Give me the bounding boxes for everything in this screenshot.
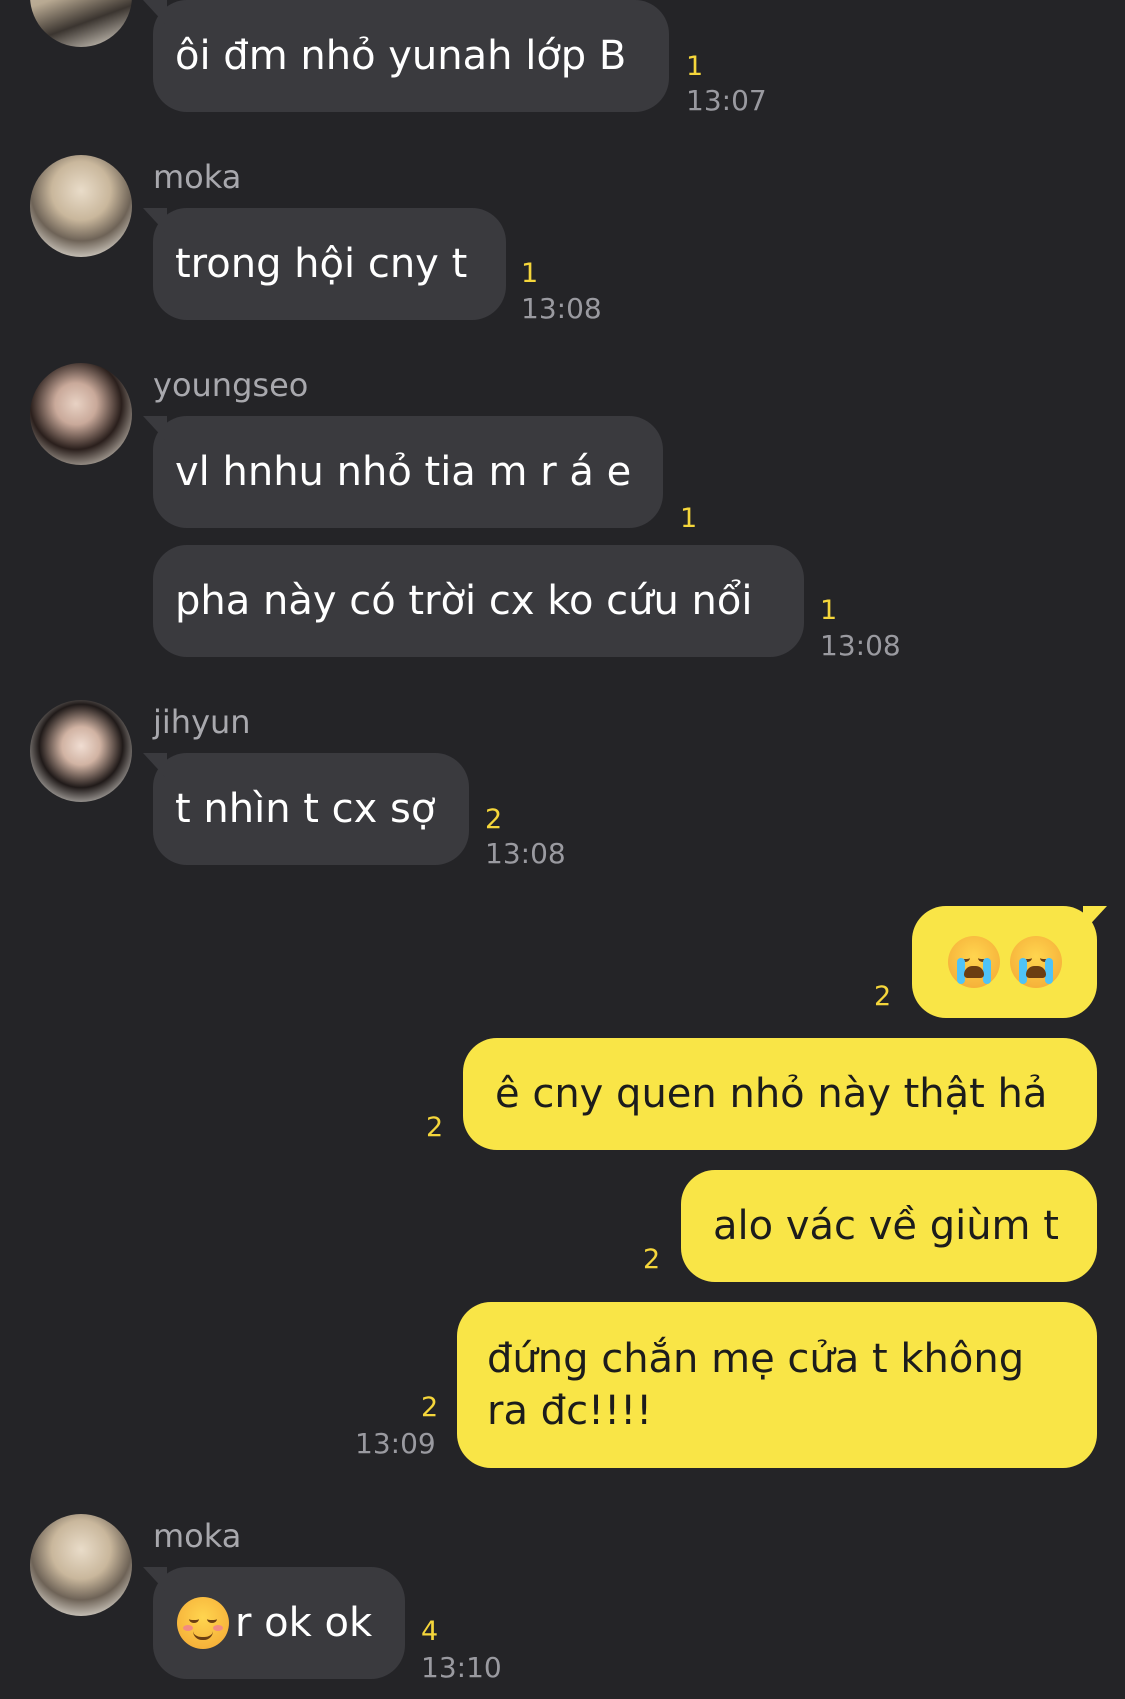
message-text: ôi đm nhỏ yunah lớp B <box>175 33 627 79</box>
message-text: alo vác về giùm t <box>713 1203 1059 1249</box>
message-text-line: đứng chắn mẹ cửa t không <box>487 1336 1025 1382</box>
unread-count: 2 <box>426 1112 444 1143</box>
avatar[interactable] <box>30 363 132 465</box>
message-bubble[interactable]: alo vác về giùm t <box>681 1170 1097 1282</box>
message-bubble[interactable]: t nhìn t cx sợ <box>153 753 469 865</box>
unread-count: 1 <box>521 258 539 289</box>
message-text: vl hnhu nhỏ tia m r á e <box>175 449 632 495</box>
unread-count: 2 <box>643 1244 661 1275</box>
loudly-crying-face-icon <box>1009 936 1062 988</box>
timestamp: 13:08 <box>820 629 901 662</box>
message-text: pha này có trời cx ko cứu nổi <box>175 578 753 624</box>
timestamp: 13:10 <box>421 1651 502 1684</box>
message-bubble[interactable]: ôi đm nhỏ yunah lớp B <box>153 0 669 112</box>
avatar[interactable] <box>30 700 132 802</box>
timestamp: 13:08 <box>485 837 566 870</box>
message-bubble[interactable]: trong hội cny t <box>153 208 506 320</box>
sender-name: youngseo <box>153 366 309 404</box>
message-text: r ok ok <box>235 1600 373 1646</box>
timestamp: 13:08 <box>521 292 602 325</box>
unread-count: 1 <box>820 595 838 626</box>
unread-count: 1 <box>680 503 698 534</box>
unread-count: 4 <box>421 1616 439 1647</box>
message-text: t nhìn t cx sợ <box>175 786 436 832</box>
avatar[interactable] <box>30 0 132 47</box>
message-bubble[interactable]: đứng chắn mẹ cửa t không ra đc!!!! <box>457 1302 1097 1468</box>
unread-count: 1 <box>686 51 704 82</box>
unread-count: 2 <box>874 981 892 1012</box>
message-text: trong hội cny t <box>175 241 468 287</box>
message-bubble[interactable]: pha này có trời cx ko cứu nổi <box>153 545 804 657</box>
message-text-line: ra đc!!!! <box>487 1388 653 1434</box>
avatar[interactable] <box>30 155 132 257</box>
smiling-face-icon <box>177 1597 229 1649</box>
sender-name: moka <box>153 1517 242 1555</box>
loudly-crying-face-icon <box>947 936 1000 988</box>
timestamp: 13:07 <box>686 84 767 117</box>
message-bubble[interactable]: vl hnhu nhỏ tia m r á e <box>153 416 663 528</box>
message-bubble[interactable]: r ok ok <box>153 1567 405 1679</box>
avatar[interactable] <box>30 1514 132 1616</box>
unread-count: 2 <box>485 804 503 835</box>
unread-count: 2 <box>421 1392 439 1423</box>
message-text: ê cny quen nhỏ này thật hả <box>495 1071 1048 1117</box>
sender-name: moka <box>153 158 242 196</box>
timestamp: 13:09 <box>355 1427 436 1460</box>
sender-name: jihyun <box>153 703 251 741</box>
message-bubble[interactable] <box>912 906 1097 1018</box>
message-bubble[interactable]: ê cny quen nhỏ này thật hả <box>463 1038 1097 1150</box>
